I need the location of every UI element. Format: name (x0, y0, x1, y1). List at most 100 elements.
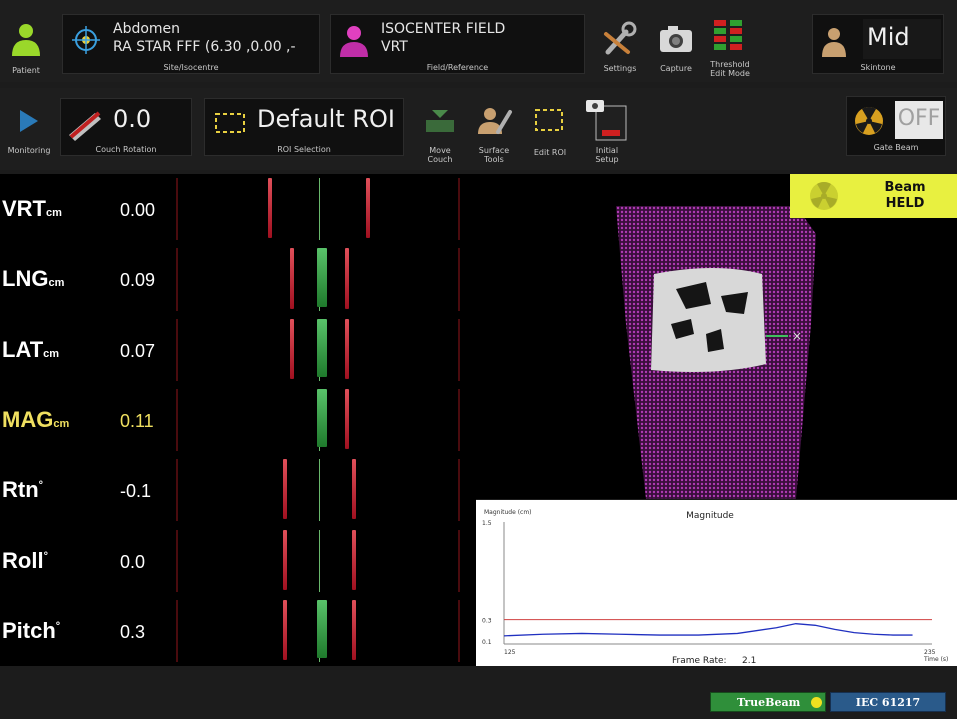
chart-title: Magnitude (686, 511, 734, 521)
svg-text:×: × (792, 329, 802, 343)
limit-marker (458, 318, 460, 381)
patient-button[interactable]: Patient (6, 18, 46, 75)
position-indicator (317, 248, 327, 307)
metric-row: Roll° 0.0 (0, 526, 476, 596)
limit-marker (176, 529, 178, 592)
magnitude-chart-svg: Magnitude (cm) Magnitude 1.5 0.3 0.1 125 235Ti… (482, 509, 948, 666)
x-axis-label: Time (s) (923, 656, 948, 663)
roi-selector[interactable]: Default ROI ROI Selection (204, 98, 404, 156)
radiation-icon (855, 106, 883, 135)
field-reference: VRT (381, 39, 408, 55)
initial-setup-button[interactable]: Initial Setup (582, 96, 632, 168)
metric-value: 0.11 (120, 410, 154, 431)
monitoring-button[interactable]: Monitoring (4, 106, 54, 166)
limit-marker (458, 599, 460, 663)
limit-marker (458, 388, 460, 452)
tolerance-marker (290, 318, 294, 379)
metric-label: LNGcm (2, 266, 65, 292)
limit-marker (458, 248, 460, 311)
surface-tools-icon (478, 108, 512, 134)
move-couch-button[interactable]: Move Couch (418, 104, 462, 168)
threshold-icon (714, 20, 742, 50)
initial-setup-icon (586, 100, 627, 141)
metric-label: LATcm (2, 336, 60, 362)
tolerance-marker (352, 599, 356, 661)
site-name: Abdomen (113, 21, 181, 37)
center-line (319, 178, 320, 241)
x-tick-label: 125 (504, 649, 516, 656)
position-indicator (317, 318, 327, 377)
tolerance-marker (283, 529, 287, 590)
tolerance-marker (268, 178, 272, 239)
x-tick-label: 235 (924, 649, 936, 656)
metric-value: 0.09 (120, 270, 156, 291)
metric-label: VRTcm (2, 196, 62, 221)
radiation-icon (810, 181, 838, 210)
metric-label: Rtn° (2, 477, 44, 503)
threshold-label: Threshold Edit Mode (710, 60, 750, 78)
limit-marker (176, 599, 178, 663)
position-indicator (317, 388, 327, 448)
threshold-edit-button[interactable]: Threshold Edit Mode (706, 16, 754, 80)
metric-value: 0.00 (120, 200, 156, 220)
metric-value: 0.07 (120, 340, 156, 361)
limit-marker (458, 459, 460, 522)
skintone-selector[interactable]: Mid Skintone (812, 14, 944, 74)
frame-rate-value: 2.1 (742, 656, 756, 666)
move-couch-icon (426, 110, 454, 132)
metric-label: Pitch° (2, 617, 61, 643)
surface-tools-button[interactable]: Surface Tools (472, 104, 516, 168)
couch-rotation-field[interactable]: 0.0 Couch Rotation (60, 98, 192, 156)
y-tick-label: 1.5 (482, 520, 492, 527)
metric-label: MAGcm (2, 406, 70, 432)
edit-roi-icon (535, 109, 563, 131)
frame-rate-label: Frame Rate: (672, 656, 727, 666)
metric-row: Pitch° 0.3 (0, 596, 476, 666)
surface-rendering: × (616, 206, 816, 499)
field-selector[interactable]: ISOCENTER FIELD VRT Field/Reference (330, 14, 585, 74)
site-selector[interactable]: Abdomen RA STAR FFF (6.30 ,0.00 ,- Site/… (62, 14, 320, 74)
surface-view[interactable]: × Beam HELD (476, 174, 957, 499)
tolerance-marker (352, 459, 356, 520)
magnitude-series-line (503, 623, 913, 637)
edit-roi-button[interactable]: Edit ROI (526, 104, 574, 168)
play-icon (20, 110, 38, 132)
metric-row: VRTcm 0.00 (0, 174, 476, 244)
metrics-panel: VRTcm 0.00 LNGcm 0.09 LATcm 0.07 MAGcm 0.11 Rtn°… (0, 174, 476, 666)
truebeam-status: TrueBeam (710, 692, 826, 712)
patient-icon (12, 24, 40, 56)
camera-icon (660, 26, 692, 52)
limit-marker (176, 178, 178, 241)
iec-standard-badge: IEC 61217 (830, 692, 946, 712)
field-name: ISOCENTER FIELD (381, 21, 506, 37)
target-icon (72, 26, 100, 54)
limit-marker (458, 529, 460, 592)
limit-marker (176, 318, 178, 381)
tolerance-marker (345, 248, 349, 309)
capture-button[interactable]: Capture (654, 20, 698, 76)
metric-row: LATcm 0.07 (0, 315, 476, 385)
tolerance-marker (283, 459, 287, 520)
metric-row: Rtn° -0.1 (0, 455, 476, 525)
magnitude-chart: Magnitude (cm) Magnitude 1.5 0.3 0.1 125 235 Ti… (476, 500, 957, 666)
couch-icon (69, 111, 101, 141)
gate-toggle[interactable]: OFF (895, 101, 943, 139)
tolerance-marker (283, 599, 287, 661)
status-indicator (811, 697, 822, 708)
center-line (319, 459, 320, 522)
wrench-icon (604, 21, 637, 55)
y-tick-label: 0.1 (482, 639, 492, 646)
limit-marker (176, 388, 178, 452)
limit-marker (176, 248, 178, 311)
metric-value: 0.3 (120, 621, 146, 642)
settings-button[interactable]: Settings (598, 20, 642, 76)
couch-rotation-value: 0.0 (113, 105, 152, 133)
gate-beam-control[interactable]: OFF Gate Beam (846, 96, 946, 156)
tolerance-marker (352, 529, 356, 590)
metric-value: -0.1 (120, 481, 152, 502)
tolerance-marker (290, 248, 294, 309)
skintone-value: Mid (867, 23, 910, 51)
center-line (319, 529, 320, 592)
limit-marker (458, 178, 460, 241)
person-icon (340, 26, 368, 57)
